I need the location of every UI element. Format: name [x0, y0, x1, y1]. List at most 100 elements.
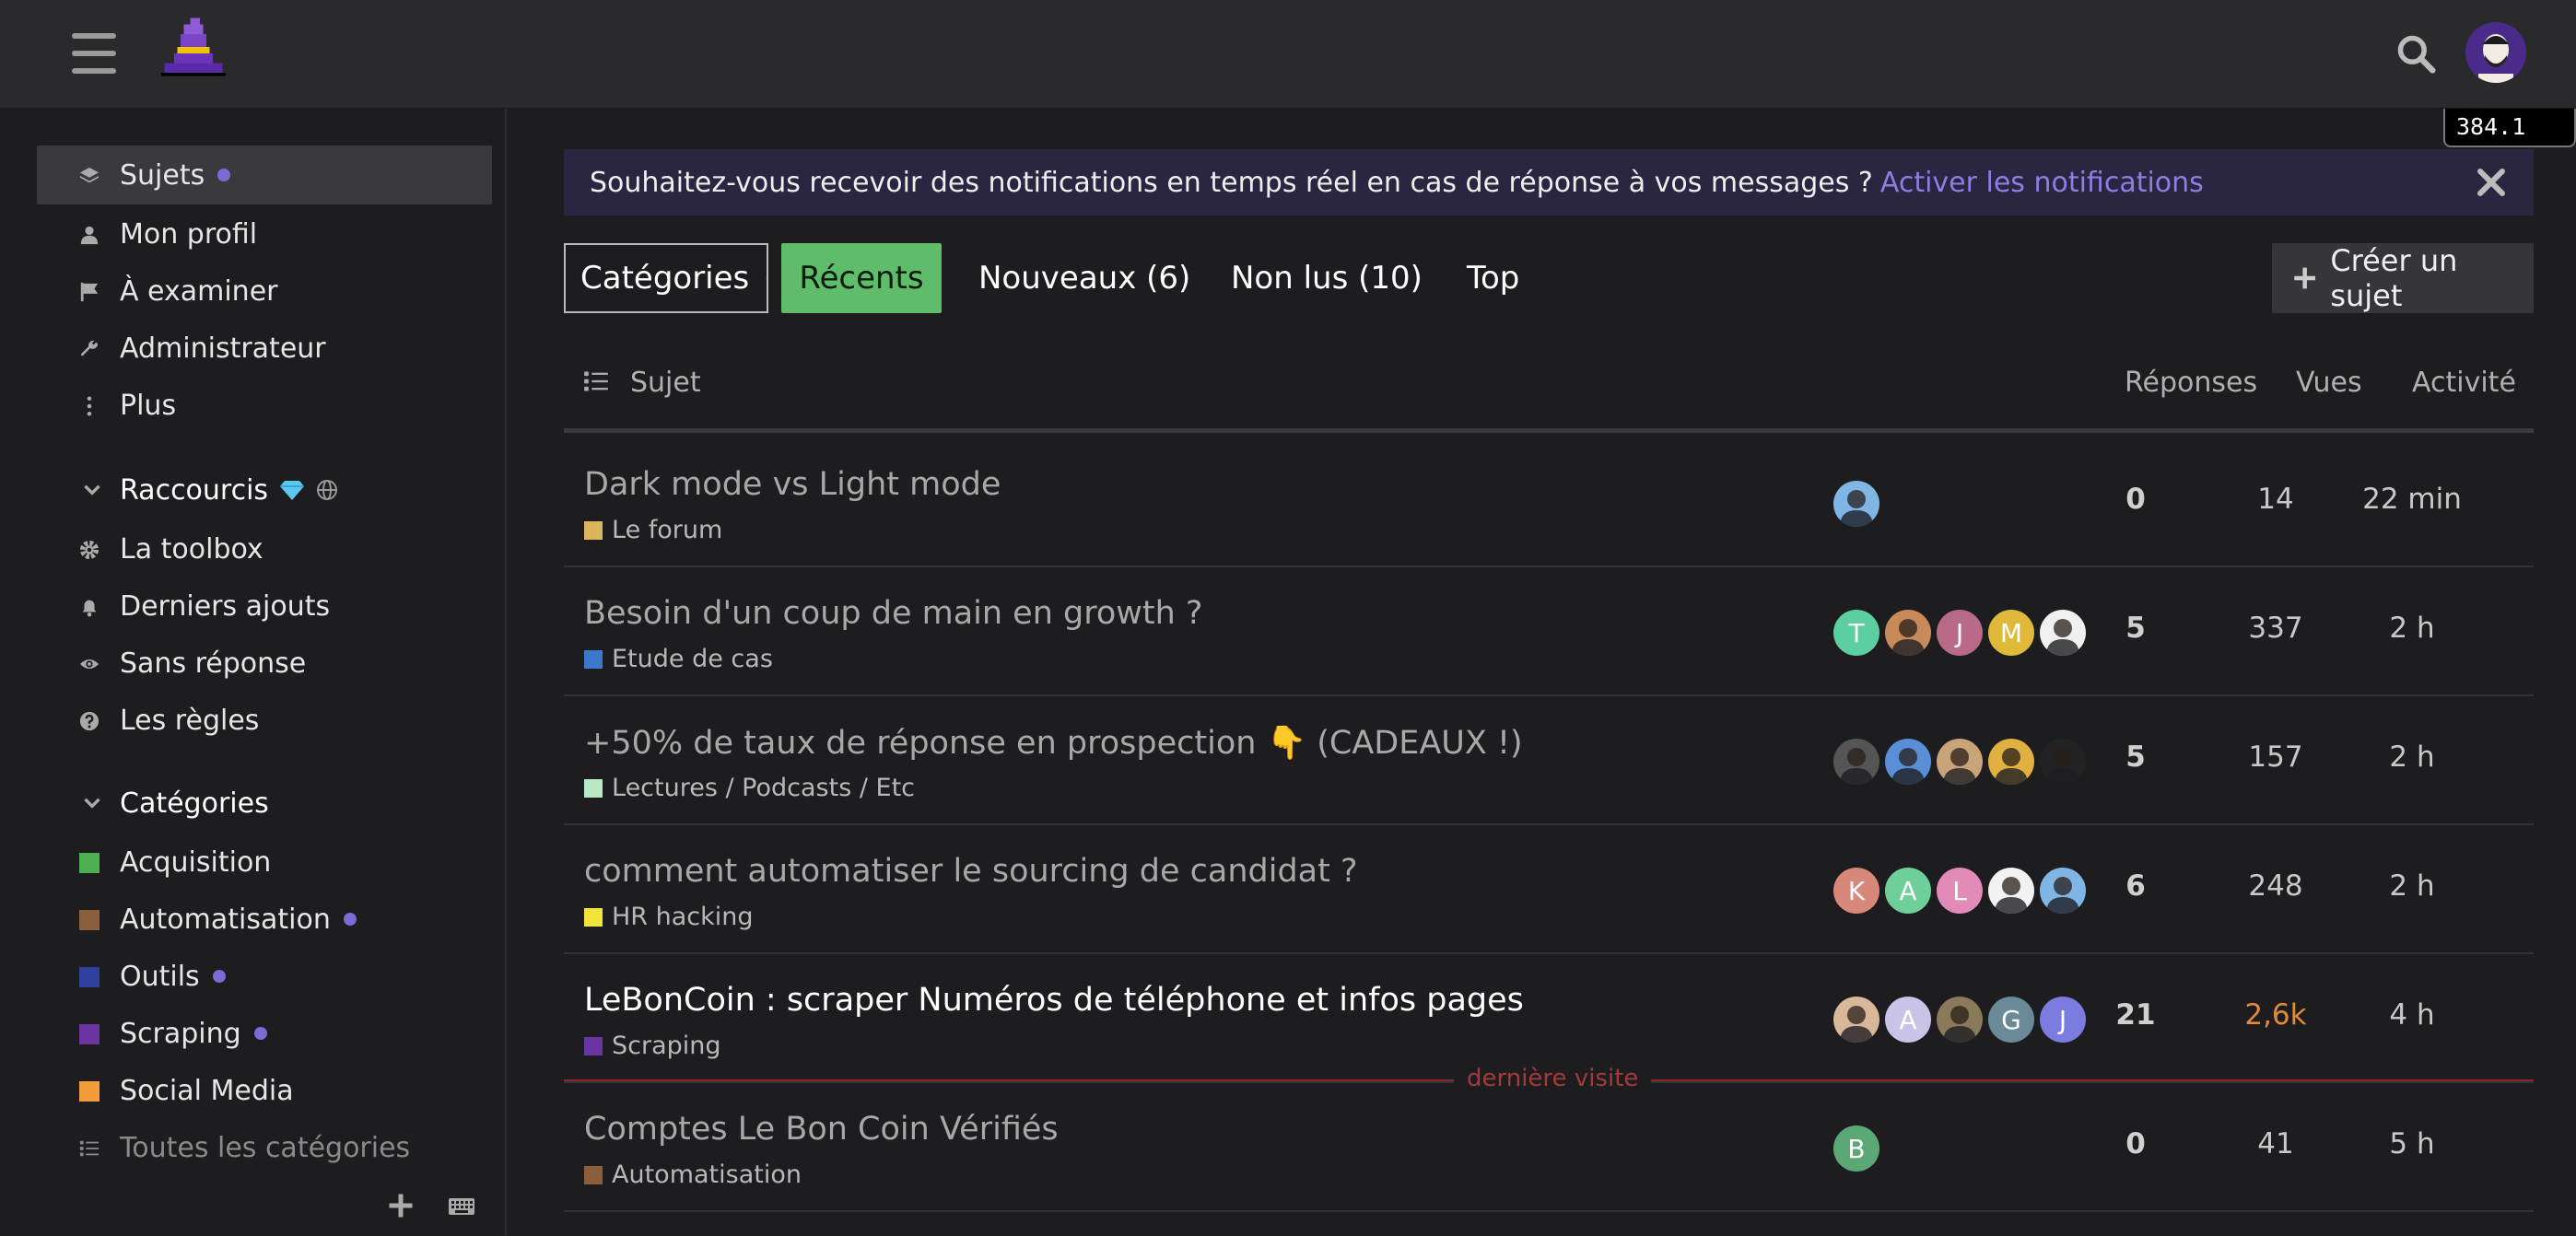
- column-header-views[interactable]: Vues: [2296, 367, 2362, 399]
- categories-dropdown-label: Catégories: [580, 260, 750, 297]
- topic-title-link[interactable]: Comptes Le Bon Coin Vérifiés: [584, 1111, 1059, 1148]
- enable-notifications-link[interactable]: Activer les notifications: [1880, 167, 2204, 199]
- poster-avatar-photo[interactable]: [1833, 997, 1879, 1043]
- tab-recents[interactable]: Récents: [781, 243, 942, 313]
- topic-title-link[interactable]: comment automatiser le sourcing de candi…: [584, 853, 1358, 890]
- keyboard-icon[interactable]: [448, 1195, 475, 1218]
- column-header-topic[interactable]: Sujet: [630, 367, 701, 399]
- topic-title-link[interactable]: Besoin d'un coup de main en growth ?: [584, 595, 1203, 632]
- tab-top[interactable]: Top: [1467, 243, 1519, 313]
- topic-row[interactable]: Besoin d'un coup de main en growth ? Etud…: [564, 567, 2534, 696]
- sidebar-category-scraping[interactable]: Scraping: [37, 1004, 492, 1063]
- section-header-categories[interactable]: Catégories: [37, 775, 492, 831]
- activity-time[interactable]: 22 min: [2348, 483, 2476, 516]
- category-color-swatch: [584, 778, 603, 798]
- poster-avatar-letter[interactable]: J: [1937, 610, 1983, 656]
- poster-avatar-photo[interactable]: [1988, 739, 2034, 785]
- sidebar-item-sans-reponse[interactable]: Sans réponse: [37, 634, 492, 693]
- topic-category-badge[interactable]: Automatisation: [584, 1160, 802, 1189]
- sidebar-item-mon-profil[interactable]: Mon profil: [37, 204, 492, 263]
- reply-count[interactable]: 5: [2071, 740, 2200, 774]
- sidebar-category-acquisition[interactable]: Acquisition: [37, 833, 492, 892]
- sidebar-category-automatisation[interactable]: Automatisation: [37, 890, 492, 949]
- sidebar-item-toolbox[interactable]: La toolbox: [37, 519, 492, 578]
- topic-row[interactable]: +50% de taux de réponse en prospection 👇…: [564, 696, 2534, 825]
- banner-text: Souhaitez-vous recevoir des notification…: [590, 166, 1873, 199]
- close-icon[interactable]: [2476, 168, 2506, 197]
- sidebar-item-derniers-ajouts[interactable]: Derniers ajouts: [37, 577, 492, 635]
- poster-avatar-letter[interactable]: A: [1885, 868, 1931, 914]
- view-count: 157: [2248, 740, 2303, 774]
- sidebar-category-social-media[interactable]: Social Media: [37, 1061, 492, 1120]
- person-silhouette-icon: [1943, 1006, 1976, 1043]
- poster-avatar-letter[interactable]: G: [1988, 997, 2034, 1043]
- sidebar-item-sujets[interactable]: Sujets: [37, 146, 492, 204]
- poster-avatar-photo[interactable]: [1885, 610, 1931, 656]
- new-indicator-dot: [343, 913, 357, 926]
- search-icon[interactable]: [2395, 33, 2436, 74]
- wrench-icon: [80, 340, 99, 356]
- activity-time[interactable]: 5 h: [2348, 1127, 2476, 1160]
- poster-avatar-photo[interactable]: [1833, 739, 1879, 785]
- list-icon[interactable]: [582, 368, 610, 394]
- sidebar-item-a-examiner[interactable]: À examiner: [37, 262, 492, 321]
- sidebar-item-les-regles[interactable]: Les règles: [37, 691, 492, 750]
- topic-title-link[interactable]: +50% de taux de réponse en prospection 👇…: [584, 724, 1523, 762]
- topic-title-link[interactable]: Dark mode vs Light mode: [584, 466, 1001, 503]
- topic-row[interactable]: LeBonCoin : scraper Numéros de téléphone…: [564, 954, 2534, 1083]
- poster-avatar-letter[interactable]: M: [1988, 610, 2034, 656]
- create-topic-button[interactable]: Créer un sujet: [2272, 243, 2534, 313]
- topic-row[interactable]: Dark mode vs Light mode Le forum 0 14 22 min: [564, 438, 2534, 567]
- chevron-down-icon: [84, 484, 100, 496]
- topic-category-badge[interactable]: Le forum: [584, 516, 722, 544]
- person-silhouette-icon: [1995, 877, 2028, 914]
- tab-nouveaux[interactable]: Nouveaux (6): [978, 243, 1190, 313]
- topic-category-badge[interactable]: HR hacking: [584, 903, 754, 931]
- reply-count[interactable]: 21: [2071, 998, 2200, 1032]
- sidebar-item-plus[interactable]: Plus: [37, 376, 492, 435]
- topic-category-badge[interactable]: Lectures / Podcasts / Etc: [584, 774, 915, 802]
- tab-non-lus[interactable]: Non lus (10): [1231, 243, 1423, 313]
- categories-dropdown-button[interactable]: Catégories: [564, 243, 768, 313]
- poster-avatar-photo[interactable]: [1885, 739, 1931, 785]
- poster-avatar-photo[interactable]: [1937, 739, 1983, 785]
- sidebar-item-all-categories[interactable]: Toutes les catégories: [37, 1118, 492, 1177]
- column-header-activity[interactable]: Activité: [2412, 367, 2516, 399]
- globe-icon[interactable]: [316, 479, 338, 501]
- activity-time[interactable]: 2 h: [2348, 612, 2476, 645]
- user-avatar[interactable]: [2465, 22, 2526, 83]
- sidebar-item-label: Sans réponse: [120, 647, 307, 680]
- reply-count[interactable]: 0: [2071, 483, 2200, 516]
- topic-row[interactable]: comment automatiser le sourcing de candi…: [564, 825, 2534, 954]
- avatar-face-icon: [2465, 22, 2526, 83]
- wizard-hat-logo[interactable]: [155, 15, 232, 92]
- sidebar-item-administrateur[interactable]: Administrateur: [37, 319, 492, 378]
- poster-avatar-letter[interactable]: B: [1833, 1125, 1879, 1172]
- section-header-raccourcis[interactable]: Raccourcis: [37, 462, 492, 518]
- topic-title-link[interactable]: LeBonCoin : scraper Numéros de téléphone…: [584, 982, 1524, 1019]
- topic-row[interactable]: Comptes Le Bon Coin Vérifiés Automatisati…: [564, 1083, 2534, 1212]
- sidebar-category-outils[interactable]: Outils: [37, 947, 492, 1006]
- reply-count[interactable]: 0: [2071, 1127, 2200, 1160]
- hamburger-menu-button[interactable]: [72, 33, 116, 74]
- poster-avatar-letter[interactable]: L: [1937, 868, 1983, 914]
- poster-avatar-letter[interactable]: K: [1833, 868, 1879, 914]
- topic-category-badge[interactable]: Etude de cas: [584, 645, 773, 673]
- poster-avatar-photo[interactable]: [1988, 868, 2034, 914]
- poster-avatar-photo[interactable]: [1937, 997, 1983, 1043]
- column-header-replies[interactable]: Réponses: [2125, 367, 2257, 399]
- activity-time[interactable]: 2 h: [2348, 740, 2476, 774]
- activity-time[interactable]: 4 h: [2348, 998, 2476, 1032]
- poster-avatar-letter[interactable]: T: [1833, 610, 1879, 656]
- category-label: HR hacking: [612, 903, 754, 931]
- user-icon: [80, 226, 99, 245]
- activity-time[interactable]: 2 h: [2348, 869, 2476, 903]
- topic-category-badge[interactable]: Scraping: [584, 1032, 721, 1060]
- performance-timing-badge: 384.1 ms: [2443, 109, 2576, 177]
- topic-posters: T JM: [1833, 610, 2091, 656]
- plus-icon[interactable]: [387, 1192, 415, 1219]
- reply-count[interactable]: 6: [2071, 869, 2200, 903]
- poster-avatar-photo[interactable]: [1833, 481, 1879, 527]
- reply-count[interactable]: 5: [2071, 612, 2200, 645]
- poster-avatar-letter[interactable]: A: [1885, 997, 1931, 1043]
